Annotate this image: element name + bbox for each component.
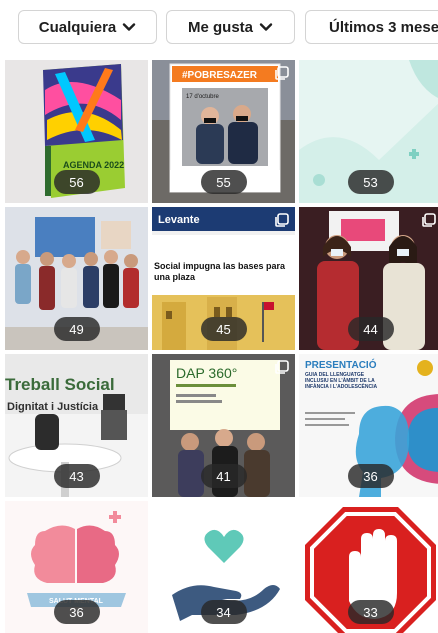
post-tile[interactable]: #POBRESAZER 17 d'octubre 55 — [152, 60, 295, 203]
post-like-count: 53 — [347, 170, 394, 194]
post-like-count: 36 — [347, 464, 394, 488]
poster-title-text: PRESENTACIÓ — [305, 358, 377, 371]
poster-subtitle-text: GUIA DEL LLENGUATGE INCLUSIU EN L'ÀMBIT … — [305, 372, 378, 390]
article-headline-text: Social impugna las bases para una plaza — [154, 261, 286, 282]
post-tile[interactable]: 49 — [5, 207, 148, 350]
post-like-count: 36 — [53, 600, 100, 624]
filter-date-range-dropdown[interactable]: Últimos 3 meses — [305, 10, 438, 44]
multiple-photos-icon — [275, 213, 289, 227]
chevron-down-icon — [259, 23, 273, 31]
post-like-count: 49 — [53, 317, 100, 341]
post-tile[interactable]: AGENDA 2022 56 — [5, 60, 148, 203]
chevron-down-icon — [123, 23, 136, 31]
campaign-hashtag-text: #POBRESAZER — [182, 70, 258, 81]
multiple-photos-icon — [275, 360, 289, 374]
post-tile[interactable]: 44 — [299, 207, 438, 350]
post-tile[interactable]: 53 — [299, 60, 438, 203]
slide-title-text: DAP 360° — [176, 365, 237, 381]
wall-sign-text: Treball Social — [5, 375, 115, 394]
post-like-count: 41 — [200, 464, 247, 488]
post-tile[interactable]: Treball Social Dignitat i Justícia 43 — [5, 354, 148, 497]
post-like-count: 56 — [53, 170, 100, 194]
post-like-count: 34 — [200, 600, 247, 624]
campaign-date-text: 17 d'octubre — [186, 94, 219, 100]
post-tile[interactable]: PRESENTACIÓ GUIA DEL LLENGUATGE INCLUSIU… — [299, 354, 438, 497]
post-like-count: 43 — [53, 464, 100, 488]
post-tile[interactable]: DAP 360° 41 — [152, 354, 295, 497]
agenda-title-text: AGENDA 2022 — [63, 160, 124, 170]
wall-motto-text: Dignitat i Justícia — [7, 401, 99, 413]
post-like-count: 33 — [347, 600, 394, 624]
posts-grid: AGENDA 2022 56 #POBRESAZER 17 d'octubre … — [5, 60, 438, 633]
post-like-count: 45 — [200, 317, 247, 341]
multiple-photos-icon — [275, 66, 289, 80]
filter-period-dropdown[interactable]: Cualquiera — [18, 10, 157, 44]
post-tile[interactable]: 33 — [299, 501, 438, 633]
newspaper-masthead-text: Levante — [158, 214, 200, 226]
filter-period-label: Cualquiera — [38, 18, 117, 36]
filter-date-range-label: Últimos 3 meses — [329, 18, 438, 36]
filter-sort-dropdown[interactable]: Me gusta — [166, 10, 295, 44]
post-tile[interactable]: Levante Social impugna las bases para un… — [152, 207, 295, 350]
post-tile[interactable]: 34 — [152, 501, 295, 633]
filter-sort-label: Me gusta — [187, 18, 253, 36]
post-like-count: 55 — [200, 170, 247, 194]
filter-bar: Cualquiera Me gusta Últimos 3 meses — [0, 0, 438, 58]
post-like-count: 44 — [347, 317, 394, 341]
post-tile[interactable]: SALUT MENTAL 36 — [5, 501, 148, 633]
multiple-photos-icon — [422, 213, 436, 227]
